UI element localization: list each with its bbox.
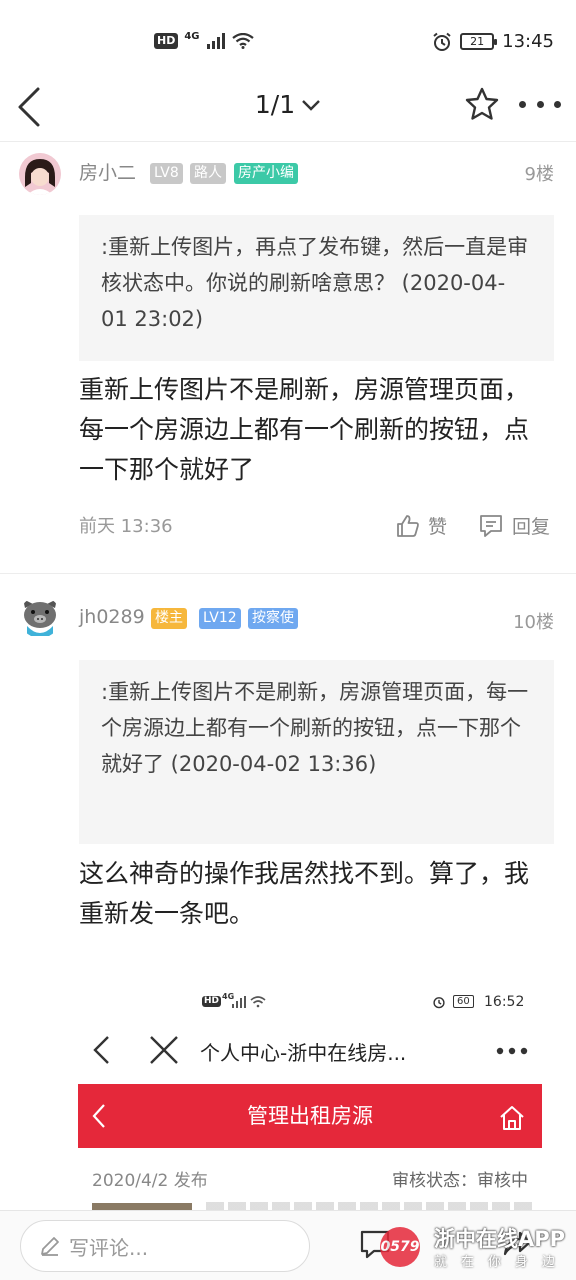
comment-icon xyxy=(480,514,502,537)
star-icon xyxy=(465,87,499,120)
nav-bar: 1/1 xyxy=(0,80,576,142)
status-right: 21 13:45 xyxy=(432,31,554,52)
user-avatar-icon xyxy=(19,153,61,195)
alarm-icon xyxy=(433,32,451,51)
role-badge: 路人 xyxy=(190,163,226,184)
favorite-button[interactable] xyxy=(464,86,500,122)
like-button[interactable]: 赞 xyxy=(396,512,447,539)
embedded-review-status: 审核状态：审核中 xyxy=(392,1171,528,1191)
status-left: HD 4G xyxy=(154,30,254,49)
embedded-battery: 60 xyxy=(453,995,474,1008)
attached-screenshot[interactable]: HD 4G 60 16:52 个人中心-浙中在线房... 管理出租房源 2020… xyxy=(78,988,542,1213)
comment-body: 这么神奇的操作我居然找不到。算了，我重新发一条吧。 xyxy=(79,859,530,928)
embedded-status-bar: HD 4G 60 16:52 xyxy=(78,992,542,1014)
username[interactable]: jh0289 xyxy=(79,606,145,628)
network-type: 4G xyxy=(184,30,200,42)
watermark-subtitle: 就在你身边 xyxy=(434,1255,570,1270)
quoted-reply[interactable]: :重新上传图片不是刷新，房源管理页面，每一个房源边上都有一个刷新的按钮，点一下那… xyxy=(79,660,554,844)
embedded-more-icon xyxy=(496,1047,528,1055)
embedded-hd-badge: HD xyxy=(202,996,222,1007)
title-badge: 按察使 xyxy=(248,608,298,629)
embedded-nav-bar: 个人中心-浙中在线房... xyxy=(78,1024,542,1074)
username[interactable]: 房小二 xyxy=(79,158,136,185)
floor-number: 10楼 xyxy=(513,612,554,633)
signal-icon xyxy=(206,33,225,49)
pig-avatar-icon xyxy=(23,599,57,636)
quoted-reply[interactable]: :重新上传图片，再点了发布键，然后一直是审核状态中。你说的刷新啥意思？ (202… xyxy=(79,215,554,361)
embedded-home-icon xyxy=(500,1106,524,1130)
embedded-back-icon xyxy=(93,1036,109,1064)
comment-time: 前天 13:36 xyxy=(79,516,173,537)
reply-label: 回复 xyxy=(512,516,551,538)
embedded-publish-date: 2020/4/2 发布 xyxy=(92,1171,208,1191)
hd-badge: HD xyxy=(154,33,179,49)
embedded-wifi-icon xyxy=(250,996,266,1008)
more-icon-dot xyxy=(554,100,561,108)
chevron-down-icon xyxy=(302,99,320,111)
status-time: 13:45 xyxy=(502,31,554,52)
wifi-icon xyxy=(231,33,254,49)
level-badge: LV12 xyxy=(199,608,241,629)
app-watermark: 0579 浙中在线APP 就在你身边 xyxy=(380,1221,576,1275)
embedded-alarm-icon xyxy=(433,997,445,1009)
comment-placeholder: 写评论... xyxy=(69,1235,149,1260)
embedded-header-title: 管理出租房源 xyxy=(247,1104,373,1128)
owner-badge: 楼主 xyxy=(151,608,187,629)
thumb-up-icon xyxy=(397,514,419,537)
embedded-red-header: 管理出租房源 xyxy=(78,1084,542,1148)
status-bar: HD 4G 21 13:45 xyxy=(0,0,576,80)
like-label: 赞 xyxy=(428,516,448,538)
embedded-close-icon xyxy=(150,1036,178,1064)
page-indicator: 1/1 xyxy=(254,90,296,119)
reply-button[interactable]: 回复 xyxy=(478,512,550,539)
floor-number: 9楼 xyxy=(524,164,554,185)
more-button[interactable] xyxy=(519,86,561,122)
battery-indicator: 21 xyxy=(460,33,498,50)
avatar[interactable] xyxy=(19,153,61,195)
more-icon-dot xyxy=(536,100,544,108)
embedded-page-title: 个人中心-浙中在线房... xyxy=(200,1041,407,1065)
avatar[interactable] xyxy=(19,596,61,638)
embedded-signal-icon xyxy=(232,996,246,1008)
level-badge: LV8 xyxy=(150,163,183,184)
comment-item: 房小二 LV8 路人 房产小编 9楼 :重新上传图片，再点了发布键，然后一直是审… xyxy=(0,142,576,572)
watermark-logo: 0579 xyxy=(380,1227,420,1267)
more-icon-dot xyxy=(519,100,526,108)
pencil-icon xyxy=(41,1237,59,1256)
watermark-title: 浙中在线APP xyxy=(434,1227,566,1251)
comment-body: 重新上传图片不是刷新，房源管理页面，每一个房源边上都有一个刷新的按钮，点一下那个… xyxy=(79,375,530,484)
comment-input[interactable]: 写评论... xyxy=(20,1220,310,1272)
bottom-bar: 写评论... 0579 浙中在线APP 就在你身边 xyxy=(0,1210,576,1280)
title-badge: 房产小编 xyxy=(234,163,298,184)
embedded-time: 16:52 xyxy=(484,994,525,1010)
